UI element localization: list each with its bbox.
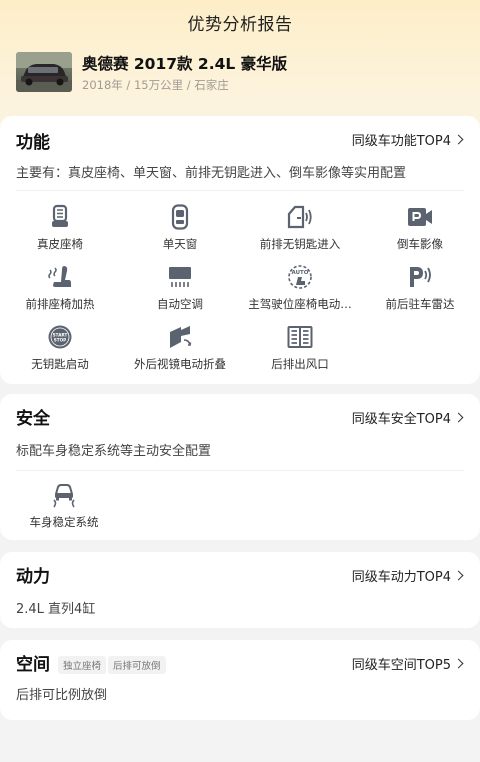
power-top-link-label: 同级车动力TOP4: [351, 570, 451, 585]
feature-keyless-entry[interactable]: 前排无钥匙进入: [240, 204, 360, 260]
svg-text:STOP: STOP: [54, 338, 67, 343]
space-tag: 后排可放倒: [108, 656, 166, 674]
stability-control-icon: [53, 484, 75, 508]
keyless-start-icon: START STOP: [48, 325, 72, 349]
safety-title: 安全: [16, 409, 50, 429]
space-top-link-label: 同级车空间TOP5: [351, 658, 451, 673]
power-title: 动力: [16, 567, 50, 587]
car-thumbnail: [16, 52, 72, 92]
feature-mirror-fold[interactable]: 外后视镜电动折叠: [120, 324, 240, 380]
feature-label: 主驾驶位座椅电动…: [248, 297, 352, 311]
feature-label: 倒车影像: [397, 237, 443, 251]
feature-label: 真皮座椅: [37, 237, 83, 251]
mirror-fold-icon: [170, 326, 192, 348]
space-title: 空间: [16, 655, 50, 675]
feature-label: 前后驻车雷达: [385, 297, 455, 311]
auto-ac-icon: [169, 267, 191, 287]
space-tag: 独立座椅: [58, 656, 107, 674]
feature-sunroof[interactable]: 单天窗: [120, 204, 240, 260]
power-desc: 2.4L 直列4缸: [16, 602, 96, 617]
power-card: 动力 同级车动力TOP4 2.4L 直列4缸: [0, 552, 480, 628]
safety-top-link[interactable]: 同级车安全TOP4: [351, 408, 464, 427]
function-top-link-label: 同级车功能TOP4: [351, 134, 451, 149]
leather-seat-icon: [52, 204, 68, 227]
feature-reverse-camera[interactable]: 倒车影像: [360, 204, 480, 260]
page-title: 优势分析报告: [187, 15, 293, 35]
function-desc: 主要有：真皮座椅、单天窗、前排无钥匙进入、倒车影像等实用配置: [16, 166, 407, 181]
feature-stability-control[interactable]: 车身稳定系统: [4, 482, 124, 538]
car-summary[interactable]: 奥德赛 2017款 2.4L 豪华版 2018年 / 15万公里 / 石家庄: [16, 52, 466, 94]
function-title: 功能: [16, 133, 50, 153]
feature-label: 无钥匙启动: [31, 357, 89, 371]
feature-keyless-start[interactable]: START STOP 无钥匙启动: [0, 324, 120, 380]
feature-label: 外后视镜电动折叠: [134, 357, 226, 371]
reverse-camera-icon: [408, 208, 432, 226]
feature-parking-radar[interactable]: 前后驻车雷达: [360, 264, 480, 320]
function-card: 功能 同级车功能TOP4 主要有：真皮座椅、单天窗、前排无钥匙进入、倒车影像等实…: [0, 116, 480, 384]
function-top-link[interactable]: 同级车功能TOP4: [351, 130, 464, 149]
power-top-link[interactable]: 同级车动力TOP4: [351, 566, 464, 585]
chevron-right-icon: [453, 412, 464, 423]
feature-label: 单天窗: [162, 237, 198, 251]
svg-text:AUTO: AUTO: [292, 270, 309, 276]
space-card: 空间 独立座椅 后排可放倒 同级车空间TOP5 后排可比例放倒: [0, 640, 480, 720]
car-name: 奥德赛 2017款 2.4L 豪华版: [82, 55, 288, 73]
seat-heating-icon: [48, 266, 71, 287]
sunroof-icon: [171, 204, 189, 230]
feature-leather-seat[interactable]: 真皮座椅: [0, 204, 120, 260]
chevron-right-icon: [453, 658, 464, 669]
divider: [16, 190, 464, 191]
feature-seat-heating[interactable]: 前排座椅加热: [0, 264, 120, 320]
safety-desc: 标配车身稳定系统等主动安全配置: [16, 444, 212, 459]
parking-radar-icon: [410, 267, 431, 287]
feature-power-seat[interactable]: AUTO 主驾驶位座椅电动…: [240, 264, 360, 320]
rear-vent-icon: [287, 326, 313, 348]
feature-label: 前排座椅加热: [25, 297, 95, 311]
divider: [16, 470, 464, 471]
feature-label: 自动空调: [157, 297, 203, 311]
feature-rear-vent[interactable]: 后排出风口: [240, 324, 360, 380]
safety-card: 安全 同级车安全TOP4 标配车身稳定系统等主动安全配置 车身稳定系统: [0, 394, 480, 540]
feature-label: 车身稳定系统: [29, 515, 99, 529]
space-desc: 后排可比例放倒: [16, 688, 108, 703]
feature-label: 后排出风口: [271, 357, 329, 371]
feature-auto-ac[interactable]: 自动空调: [120, 264, 240, 320]
chevron-right-icon: [453, 134, 464, 145]
keyless-entry-icon: [287, 205, 312, 229]
power-seat-icon: AUTO: [288, 265, 312, 289]
feature-label: 前排无钥匙进入: [259, 237, 341, 251]
safety-top-link-label: 同级车安全TOP4: [351, 412, 451, 427]
chevron-right-icon: [453, 570, 464, 581]
car-meta: 2018年 / 15万公里 / 石家庄: [82, 78, 229, 92]
space-top-link[interactable]: 同级车空间TOP5: [351, 654, 464, 673]
